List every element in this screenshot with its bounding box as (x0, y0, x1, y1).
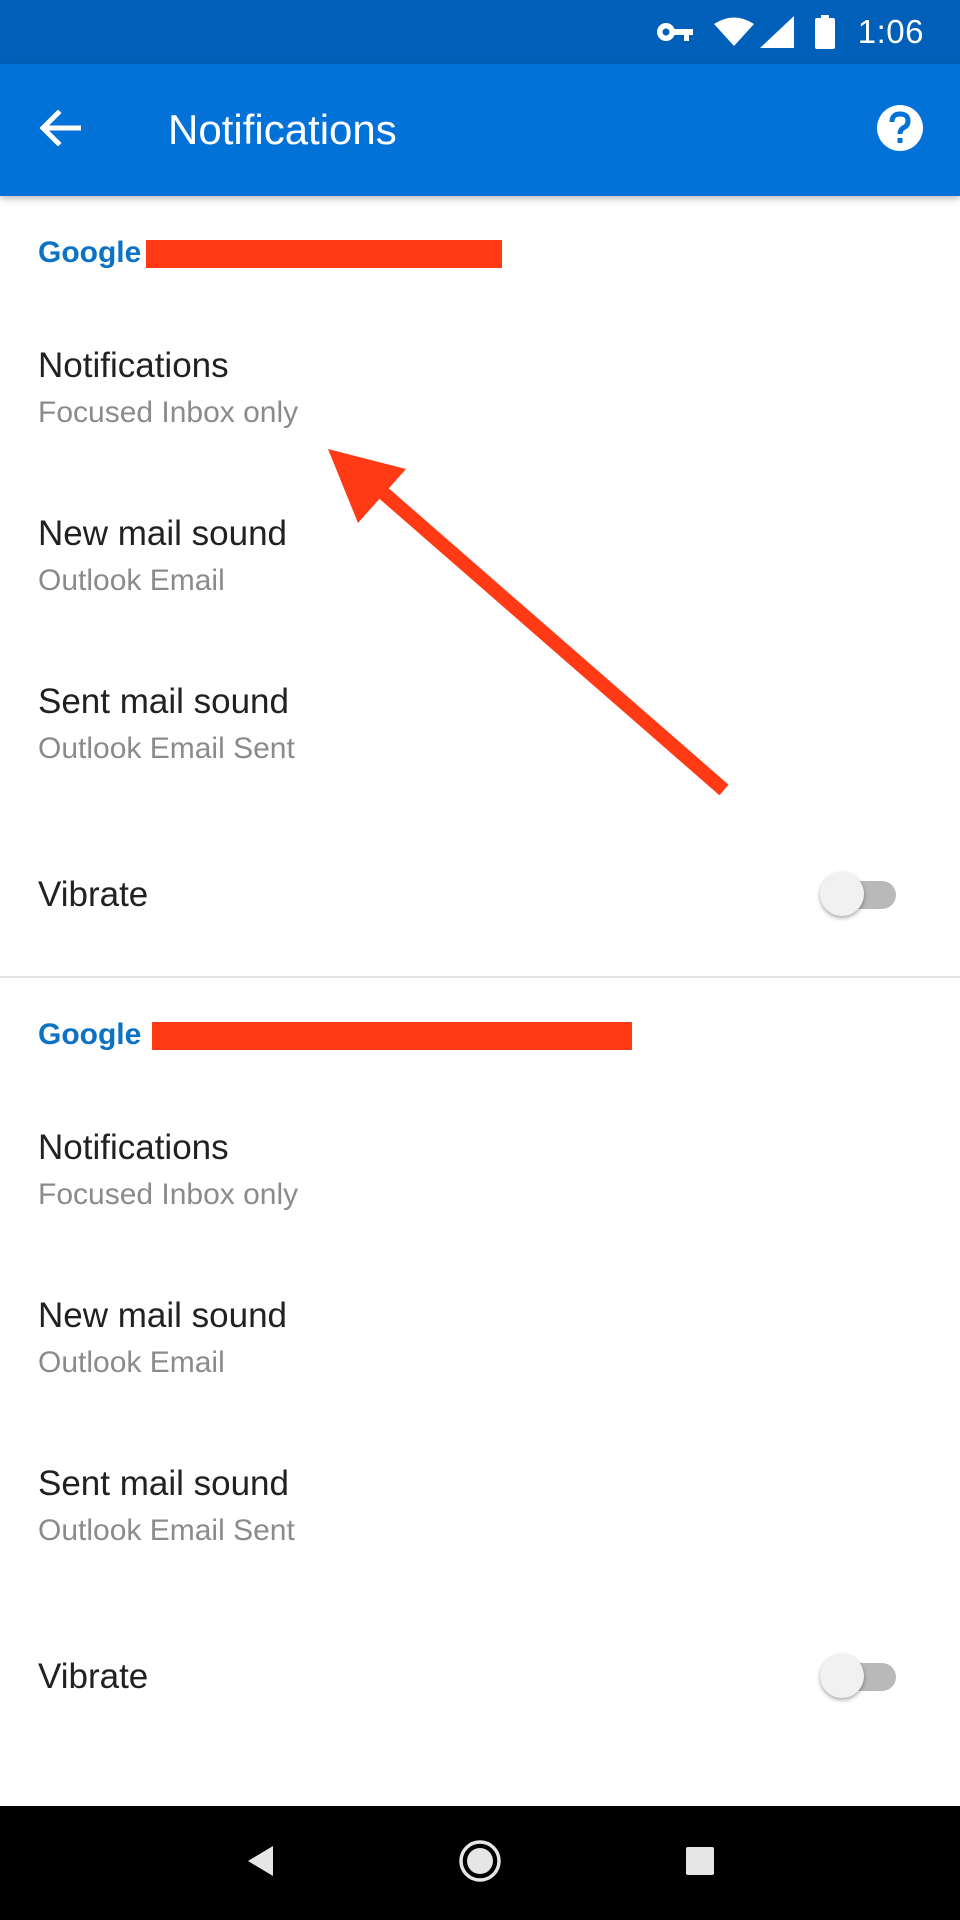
setting-value: Outlook Email Sent (38, 732, 295, 765)
redaction-mark (146, 240, 502, 268)
arrow-left-icon (39, 108, 82, 151)
setting-label: Sent mail sound (38, 682, 289, 721)
help-circle-icon (876, 104, 924, 157)
nav-home-button[interactable] (450, 1833, 510, 1893)
setting-label: Notifications (38, 346, 229, 385)
account-section: Google Notifications Focused Inbox only … (0, 196, 960, 976)
vibrate-toggle[interactable] (820, 1654, 898, 1698)
setting-label: New mail sound (38, 514, 287, 553)
cell-signal-icon (759, 16, 794, 48)
vibrate-toggle[interactable] (820, 872, 898, 916)
recents-square-icon (685, 1846, 715, 1881)
account-header: Google (0, 978, 960, 1092)
setting-label: Sent mail sound (38, 1464, 289, 1503)
help-button[interactable] (870, 100, 930, 160)
battery-icon (814, 15, 836, 49)
vpn-key-icon (656, 21, 694, 43)
account-section: Google Notifications Focused Inbox only … (0, 978, 960, 1758)
nav-back-button[interactable] (230, 1833, 290, 1893)
wifi-icon (713, 17, 754, 47)
new-mail-sound-setting[interactable]: New mail sound Outlook Email (0, 1260, 960, 1428)
sent-mail-sound-setting[interactable]: Sent mail sound Outlook Email Sent (0, 646, 960, 814)
notifications-setting[interactable]: Notifications Focused Inbox only (0, 1092, 960, 1260)
setting-label: Notifications (38, 1128, 229, 1167)
setting-label: New mail sound (38, 1296, 287, 1335)
page-title: Notifications (168, 106, 397, 153)
home-circle-icon (458, 1839, 502, 1888)
account-header: Google (0, 196, 960, 310)
redaction-mark (152, 1022, 632, 1050)
toggle-thumb (820, 1654, 864, 1698)
toggle-thumb (820, 872, 864, 916)
back-button[interactable] (28, 98, 92, 162)
setting-label: Vibrate (38, 1657, 149, 1696)
app-bar: Notifications (0, 64, 960, 196)
new-mail-sound-setting[interactable]: New mail sound Outlook Email (0, 478, 960, 646)
setting-label: Vibrate (38, 875, 149, 914)
back-triangle-icon (245, 1844, 275, 1883)
setting-value: Outlook Email Sent (38, 1514, 295, 1547)
vibrate-setting[interactable]: Vibrate (0, 814, 960, 976)
vibrate-setting[interactable]: Vibrate (0, 1596, 960, 1758)
nav-recents-button[interactable] (670, 1833, 730, 1893)
sent-mail-sound-setting[interactable]: Sent mail sound Outlook Email Sent (0, 1428, 960, 1596)
account-provider-label: Google (38, 1018, 142, 1051)
setting-value: Focused Inbox only (38, 396, 299, 429)
status-bar: 1:06 (0, 0, 960, 64)
system-nav-bar (0, 1806, 960, 1920)
status-time: 1:06 (857, 13, 924, 50)
notifications-setting[interactable]: Notifications Focused Inbox only (0, 310, 960, 478)
setting-value: Focused Inbox only (38, 1178, 299, 1211)
setting-value: Outlook Email (38, 1346, 225, 1379)
setting-value: Outlook Email (38, 564, 225, 597)
account-provider-label: Google (38, 236, 142, 269)
settings-list: Google Notifications Focused Inbox only … (0, 196, 960, 1758)
